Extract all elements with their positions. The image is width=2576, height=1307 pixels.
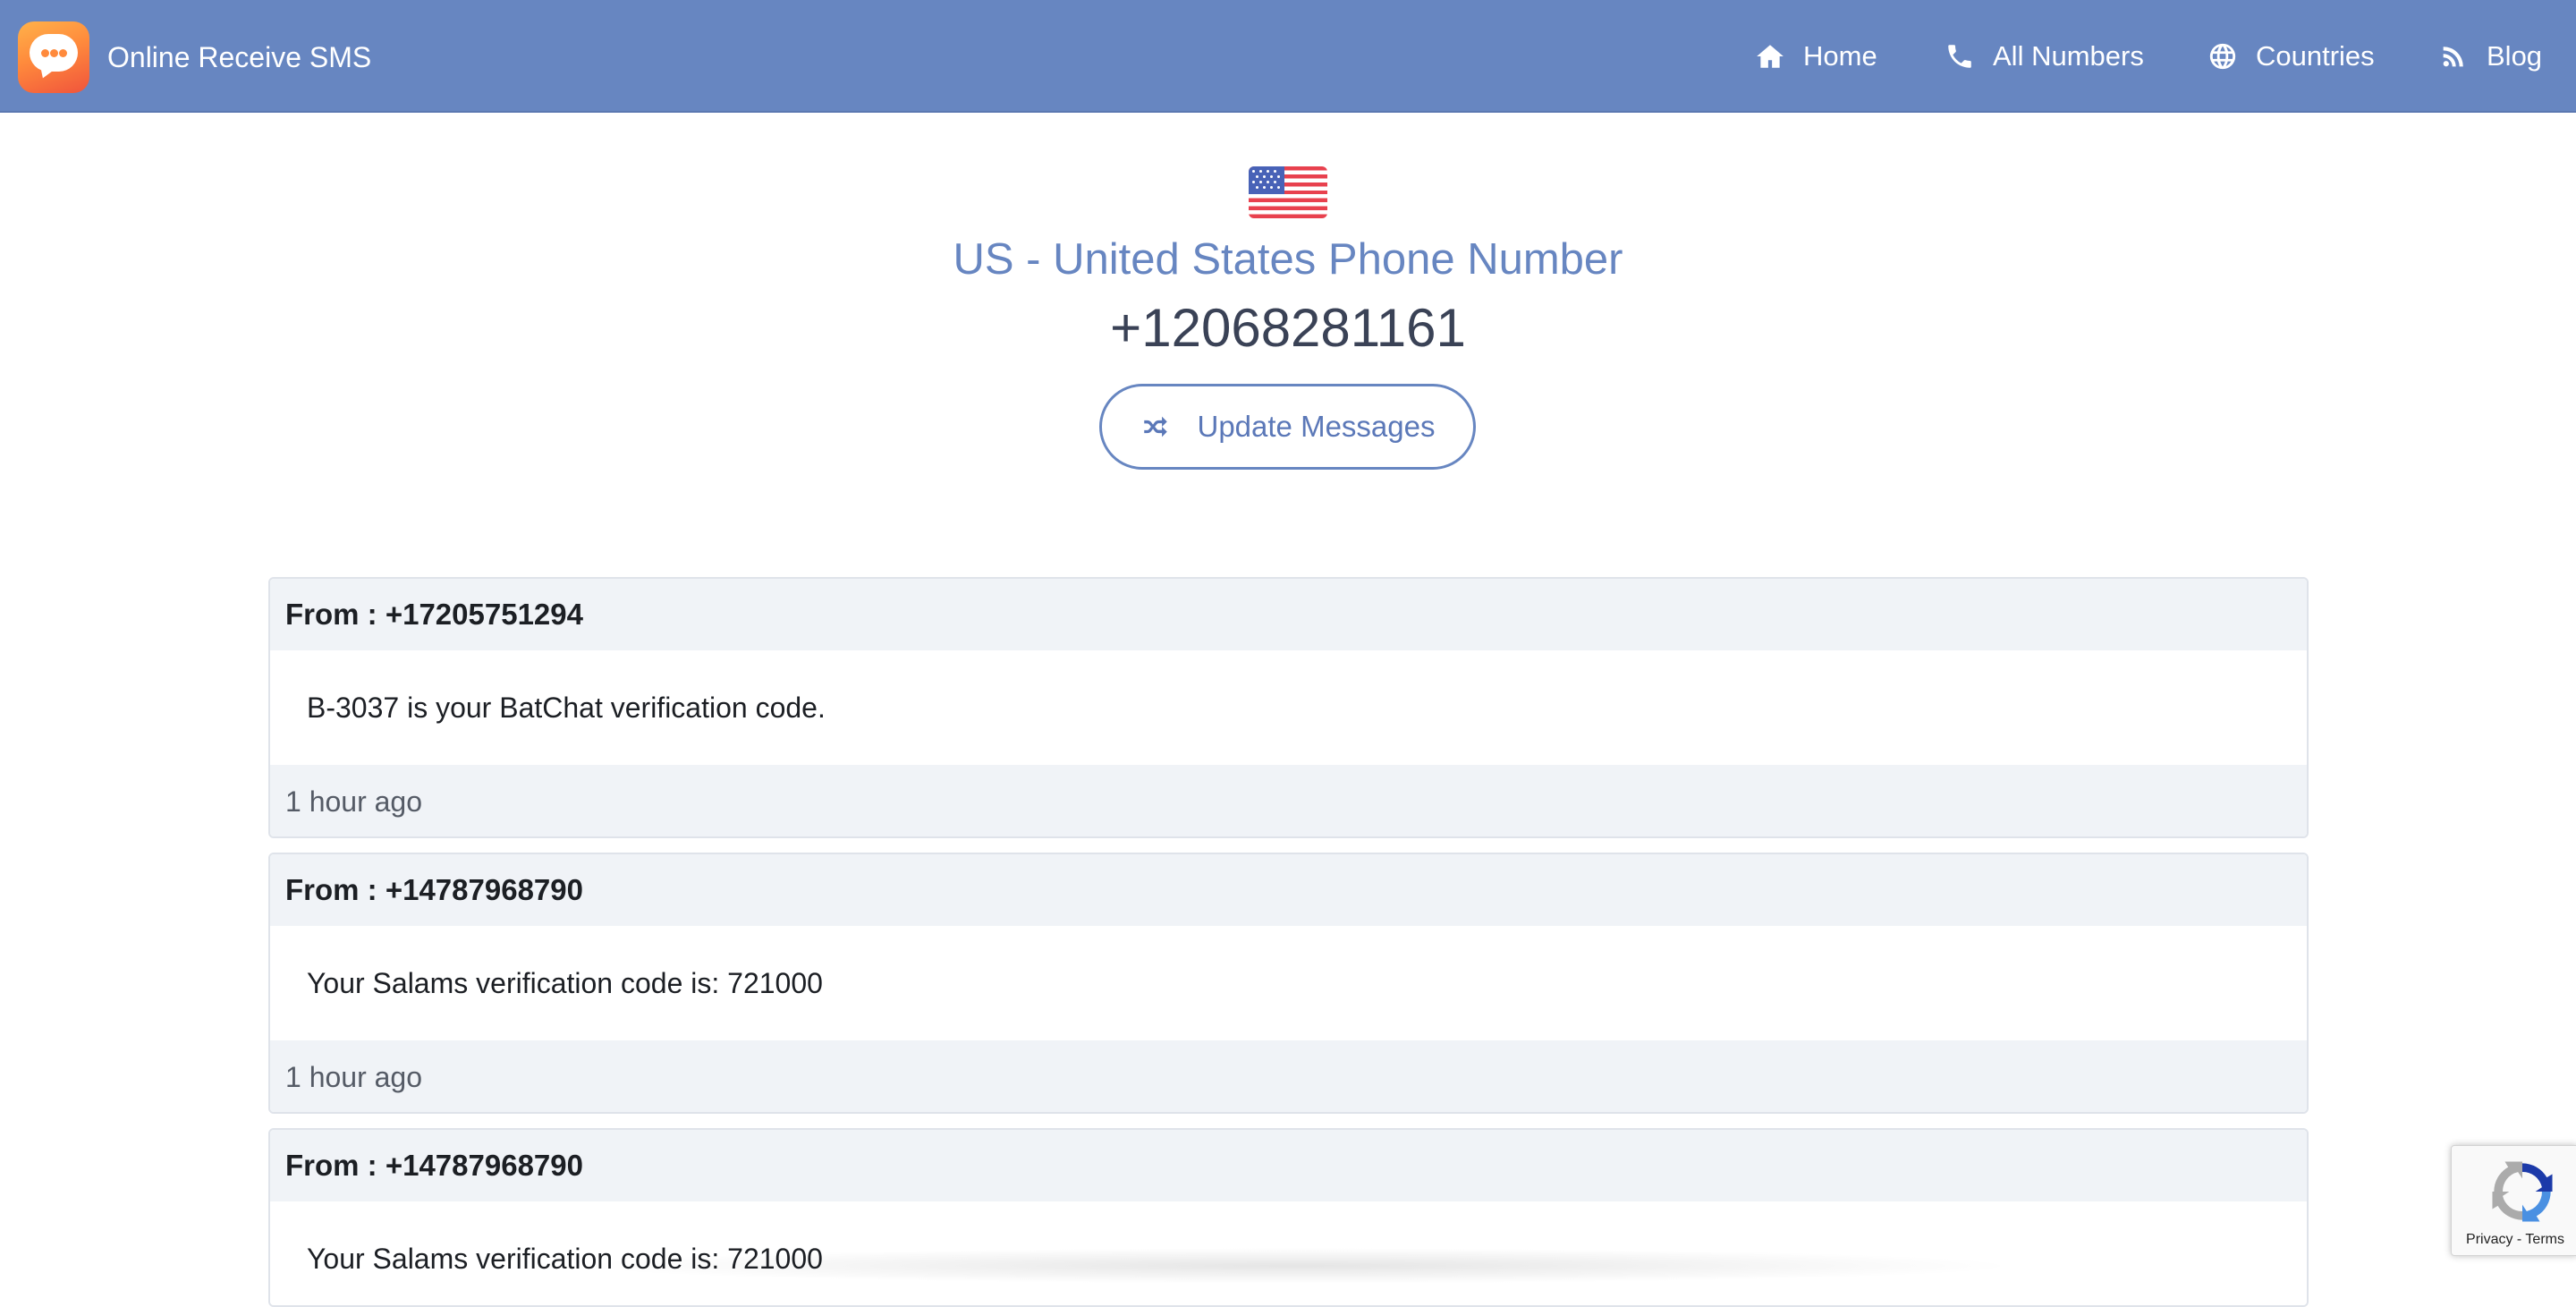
nav-home-label: Home: [1803, 40, 1877, 72]
message-card: From : +14787968790 Your Salams verifica…: [268, 853, 2309, 1114]
brand-name: Online Receive SMS: [107, 40, 372, 73]
navbar: Online Receive SMS Home All Numbers Coun…: [0, 0, 2576, 113]
brand-link[interactable]: Online Receive SMS: [18, 20, 371, 95]
nav-home[interactable]: Home: [1755, 30, 1877, 83]
message-sender: From : +17205751294: [270, 579, 2307, 650]
recaptcha-icon: [2492, 1161, 2553, 1222]
globe-icon: [2209, 43, 2236, 70]
message-text: Your Salams verification code is: 721000: [270, 926, 2307, 1040]
home-icon: [1757, 45, 1784, 68]
nav-blog-label: Blog: [2487, 40, 2543, 72]
message-sender: From : +14787968790: [270, 1130, 2307, 1201]
us-flag-icon: [1249, 166, 1327, 218]
rss-icon: [2443, 47, 2463, 67]
nav-all-numbers[interactable]: All Numbers: [1945, 30, 2144, 83]
nav-blog[interactable]: Blog: [2438, 30, 2542, 83]
phone-number: +12068281161: [1110, 298, 1466, 358]
update-messages-button[interactable]: Update Messages: [1099, 384, 1476, 470]
recaptcha-links[interactable]: Privacy - Terms: [2452, 1232, 2576, 1248]
page-title: US - United States Phone Number: [953, 235, 1623, 284]
recaptcha-badge[interactable]: Privacy - Terms: [2451, 1145, 2576, 1256]
message-text: B-3037 is your BatChat verification code…: [270, 650, 2307, 765]
update-messages-label: Update Messages: [1197, 410, 1436, 443]
nav-countries-label: Countries: [2256, 40, 2375, 72]
chat-bubble-logo-icon: [18, 21, 89, 93]
scroll-shadow: [572, 1248, 2021, 1284]
message-time: 1 hour ago: [270, 1040, 2307, 1112]
nav-countries[interactable]: Countries: [2207, 30, 2375, 83]
phone-icon: [1948, 45, 1971, 68]
nav-all-numbers-label: All Numbers: [1993, 40, 2144, 72]
message-time: 1 hour ago: [270, 765, 2307, 836]
message-card: From : +17205751294 B-3037 is your BatCh…: [268, 577, 2309, 838]
shuffle-icon: [1143, 416, 1167, 437]
message-sender: From : +14787968790: [270, 854, 2307, 926]
